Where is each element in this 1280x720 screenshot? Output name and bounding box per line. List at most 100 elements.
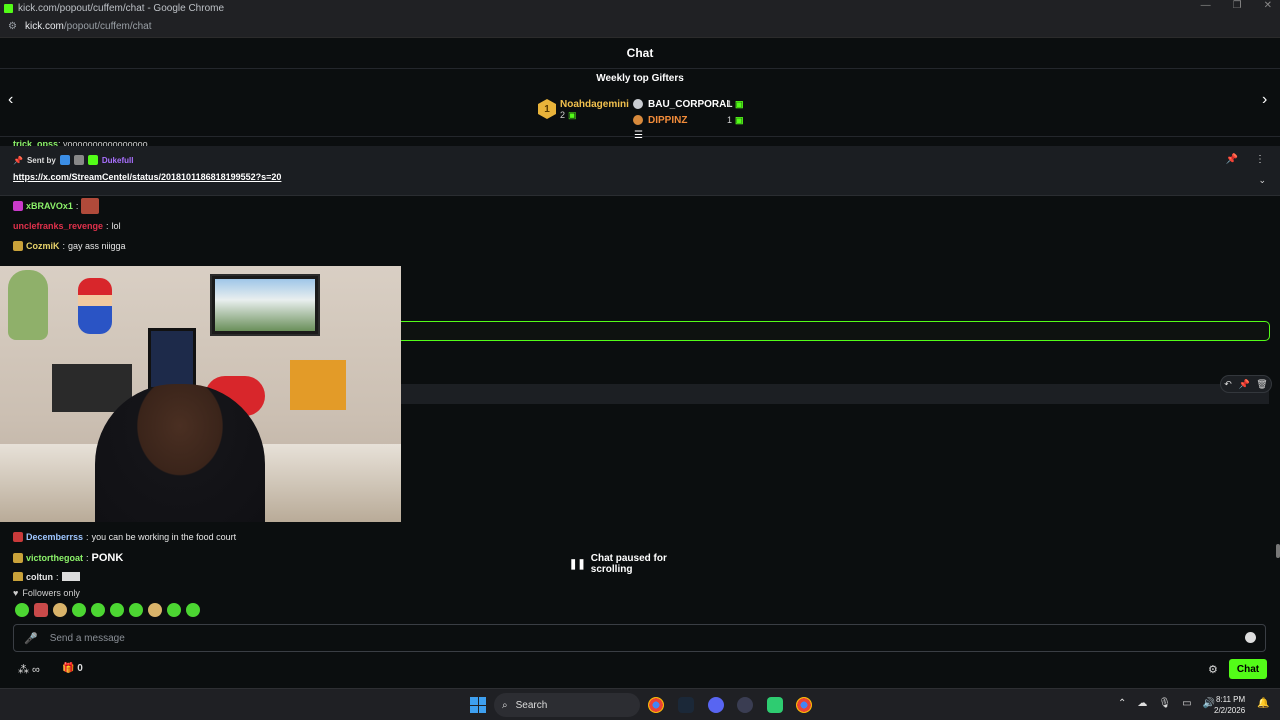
prev-arrow-icon[interactable]: ‹ [8,91,13,109]
badge-icon [13,572,23,581]
heart-icon: ♥ [13,588,19,598]
notification-bell-icon[interactable]: 🔔 [1257,698,1269,709]
chevron-down-icon[interactable]: ⌄ [1258,175,1266,186]
kick-logo-icon [4,3,13,13]
badge-icon [73,155,84,165]
chat-footer: ⁂ ∞ 🎁 0 ⚙ Chat [0,656,1280,686]
unpin-icon[interactable]: 📌 [1226,154,1238,165]
pinned-sent-by: 📌 Sent by Dukefull [13,155,134,165]
pinned-user[interactable]: Dukefull [102,156,134,165]
search-icon: ⌕ [502,699,508,711]
app-icon[interactable] [737,697,753,713]
chat-message: victorthegoat: PONK [13,552,123,564]
emote-icon[interactable] [91,603,105,617]
cloud-icon[interactable]: ☁ [1137,698,1147,709]
badge-icon [13,532,23,542]
chat-message: CozmiK: gay ass niigga [13,241,126,251]
emote-icon[interactable] [53,603,67,617]
emote-icon[interactable] [15,603,29,617]
filter-lines-icon[interactable]: ☰ [634,130,643,141]
pause-icon: ❚❚ [569,558,586,570]
url-path: /popout/cuffem/chat [63,21,152,32]
chevron-up-icon[interactable]: ⌃ [1118,698,1126,709]
url-host: kick.com [24,21,64,32]
silver-medal-icon [633,99,643,109]
chat-header-title: Chat [0,38,1280,69]
chat-message: trick_opss: yoooooooooooooooo [13,139,148,146]
next-arrow-icon[interactable]: › [1262,91,1267,109]
chat-message: xBRAVOx1: [13,198,100,214]
emoji-picker-icon[interactable] [1245,632,1256,643]
hovered-message-row [401,384,1269,404]
channel-points-icon[interactable]: ⁂ ∞ [18,663,40,676]
steam-icon[interactable] [678,697,694,713]
emote-image [81,198,100,214]
emote-icon[interactable] [129,603,143,617]
minimize-icon[interactable]: — [1201,0,1211,11]
emote-icon[interactable] [72,603,86,617]
gift-counter[interactable]: 🎁 0 [62,663,83,674]
app-icon[interactable] [767,697,783,713]
windows-start-icon[interactable] [470,697,486,713]
address-bar[interactable]: ⚙ kick.com/popout/cuffem/chat [0,16,1280,38]
highlighted-message-outline [401,321,1270,341]
message-actions: ↶ 📌 🗑 [1220,375,1272,393]
network-icon[interactable]: ▭ [1182,698,1191,709]
discord-icon[interactable] [708,697,724,713]
chat-paused-button[interactable]: ❚❚ Chat paused for scrolling [569,553,711,575]
top-gifter-count: 2 ▣ [560,110,577,120]
taskbar-search[interactable]: ⌕ Search [494,693,640,717]
streamer-image [95,384,265,522]
pin-icon[interactable]: 📌 [1238,379,1249,390]
pinned-link[interactable]: https://x.com/StreamCentel/status/201810… [13,172,281,182]
emote-icon[interactable] [186,603,200,617]
reply-icon[interactable]: ↶ [1224,379,1232,390]
settings-gear-icon[interactable]: ⚙ [1208,663,1218,676]
delete-icon[interactable]: 🗑 [1256,379,1267,390]
send-message-input[interactable] [49,632,1150,644]
window-controls: — ❐ ✕ [1201,0,1272,11]
pinned-message: 📌 Sent by Dukefull https://x.com/StreamC… [0,146,1280,196]
quick-emotes [15,603,200,617]
message-input-box: 🎤 [13,624,1266,652]
chat-message: unclefranks_revenge: lol [13,221,121,231]
taskbar-clock[interactable]: 8:11 PM 2/2/2026 [1214,694,1245,716]
chat-message: Decemberrss: you can be working in the f… [13,532,236,542]
webcam-overlay [0,266,401,522]
gifter-row[interactable]: DIPPINZ 1 ▣ [633,112,744,128]
emote-text: PONK [91,552,124,564]
emote-image [61,572,80,581]
other-gifters: BAU_CORPORAL 1 ▣ DIPPINZ 1 ▣ [633,96,744,128]
close-icon[interactable]: ✕ [1264,0,1272,11]
top-gifter-first[interactable]: 1 Noahdagemini 2 ▣ [538,99,629,121]
scrollbar-thumb[interactable] [1276,544,1280,558]
emote-icon[interactable] [34,603,48,617]
chrome-active-icon[interactable] [796,697,812,713]
followers-only-notice: ♥ Followers only [13,588,80,598]
restore-icon[interactable]: ❐ [1233,0,1242,11]
badge-icon [13,201,23,211]
weekly-top-gifters: Weekly top Gifters ‹ › 1 Noahdagemini 2 ▣… [0,69,1280,137]
emote-icon[interactable] [167,603,181,617]
chrome-icon[interactable] [648,697,664,713]
system-tray: ⌃ ☁ 🎙 ▭ 🔊 [1118,698,1215,709]
window-title: kick.com/popout/cuffem/chat - Google Chr… [18,2,225,14]
badge-icon [59,155,70,165]
chat-message: coltun: [13,572,80,581]
bronze-medal-icon [633,115,643,125]
send-chat-button[interactable]: Chat [1229,659,1267,679]
tv-image [210,274,320,336]
badge-icon [13,553,23,563]
emote-icon[interactable] [148,603,162,617]
rank-badge-icon: 1 [538,99,556,119]
microphone-icon[interactable]: 🎤 [24,632,38,645]
subscriber-badge-icon [87,155,98,165]
site-info-icon[interactable]: ⚙ [8,21,17,32]
gifter-row[interactable]: BAU_CORPORAL 1 ▣ [633,96,744,112]
microphone-icon[interactable]: 🎙 [1158,698,1171,709]
more-options-icon[interactable]: ⋮ [1255,154,1265,165]
pin-icon: 📌 [13,155,23,165]
top-gifter-name: Noahdagemini [560,99,629,110]
windows-taskbar: ⌕ Search ⌃ ☁ 🎙 ▭ 🔊 8:11 PM 2/2/2026 🔔 [0,688,1280,720]
emote-icon[interactable] [110,603,124,617]
